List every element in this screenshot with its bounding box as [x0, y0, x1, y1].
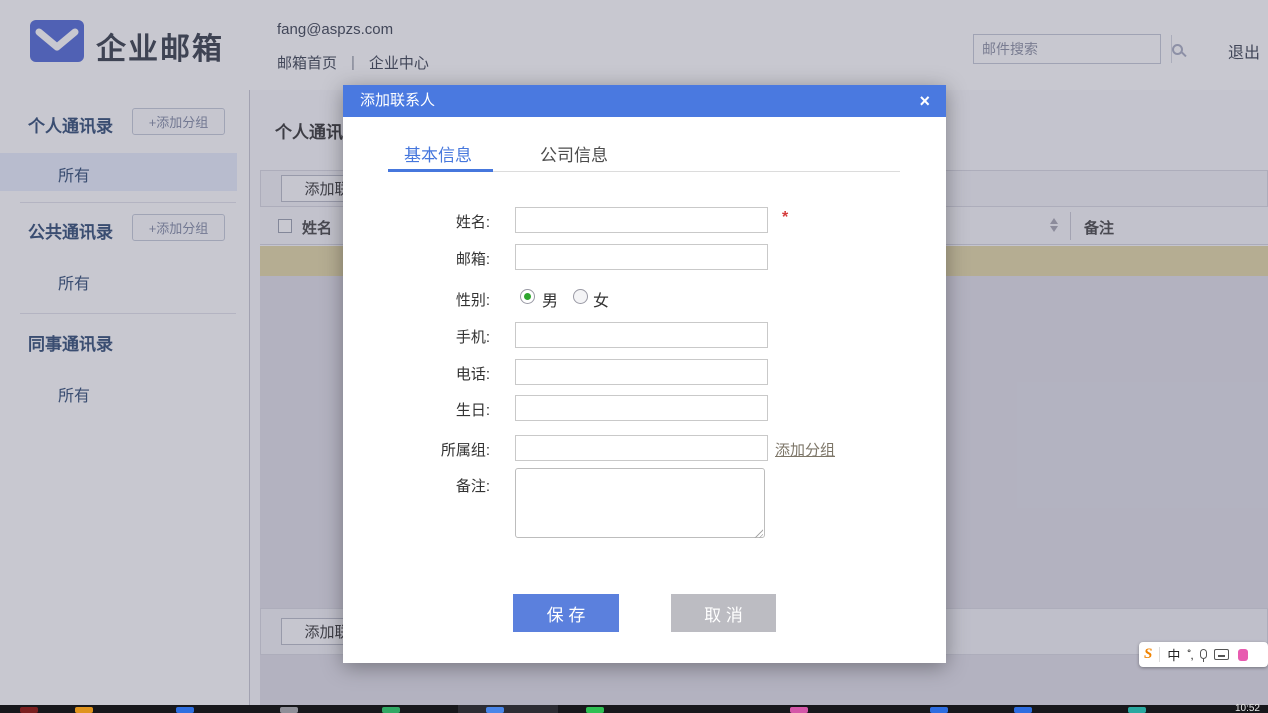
dialog-title: 添加联系人	[360, 92, 436, 109]
taskbar-icon[interactable]	[1128, 707, 1146, 713]
tab-basic-info[interactable]: 基本信息	[404, 141, 472, 166]
taskbar-icon[interactable]	[176, 707, 194, 713]
taskbar-clock: 10:52	[1234, 703, 1260, 713]
taskbar-icon[interactable]	[486, 707, 504, 713]
ime-punctuation-icon[interactable]: ˚,	[1187, 648, 1193, 662]
dialog-titlebar[interactable]: 添加联系人 ×	[343, 85, 946, 117]
note-label: 备注:	[455, 478, 490, 495]
gender-male-label[interactable]: 男	[542, 287, 558, 311]
taskbar-icon[interactable]	[280, 707, 298, 713]
group-field[interactable]	[515, 435, 768, 461]
group-label: 所属组:	[440, 442, 490, 459]
add-contact-dialog: 添加联系人 × 基本信息 公司信息 姓名: * 邮箱: 性别: 男 女 手机: …	[343, 85, 946, 663]
name-field[interactable]	[515, 207, 768, 233]
required-marker: *	[782, 209, 789, 226]
gender-female-radio[interactable]	[573, 289, 588, 304]
email-field[interactable]	[515, 244, 768, 270]
microphone-icon[interactable]	[1199, 648, 1207, 662]
mobile-label: 手机:	[455, 329, 490, 346]
tab-active-indicator	[388, 169, 493, 172]
ime-divider	[1159, 647, 1161, 662]
gender-male-radio[interactable]	[520, 289, 535, 304]
close-icon[interactable]: ×	[919, 85, 930, 117]
gender-label: 性别:	[455, 292, 490, 309]
email-label: 邮箱:	[455, 251, 490, 268]
ime-chinese-mode-icon[interactable]: 中	[1167, 645, 1180, 664]
birthday-field[interactable]	[515, 395, 768, 421]
ime-toolbar: S 中 ˚,	[1139, 642, 1268, 667]
save-button[interactable]: 保 存	[513, 594, 619, 632]
birthday-label: 生日:	[455, 402, 490, 419]
taskbar-active-app[interactable]	[458, 705, 558, 713]
cancel-button[interactable]: 取 消	[671, 594, 776, 632]
os-taskbar: 10:52	[0, 703, 1268, 713]
note-textarea[interactable]	[515, 468, 765, 538]
tab-company-info[interactable]: 公司信息	[540, 141, 608, 166]
taskbar-icon[interactable]	[586, 707, 604, 713]
ime-extra-icon[interactable]	[1237, 648, 1248, 661]
taskbar-icon[interactable]	[20, 707, 38, 713]
phone-label: 电话:	[455, 366, 490, 383]
taskbar-icon[interactable]	[382, 707, 400, 713]
taskbar-icon[interactable]	[930, 707, 948, 713]
name-label: 姓名:	[455, 214, 490, 231]
screen: 企业邮箱 fang@aspzs.com 邮箱首页 | 企业中心 退出 个人通讯录…	[0, 0, 1268, 713]
phone-field[interactable]	[515, 359, 768, 385]
taskbar-icon[interactable]	[1014, 707, 1032, 713]
mobile-field[interactable]	[515, 322, 768, 348]
keyboard-icon[interactable]	[1213, 649, 1229, 660]
ime-logo-icon[interactable]: S	[1144, 646, 1152, 663]
gender-female-label[interactable]: 女	[593, 287, 609, 311]
add-group-link[interactable]: 添加分组	[775, 439, 835, 460]
taskbar-icon[interactable]	[75, 707, 93, 713]
taskbar-icon[interactable]	[790, 707, 808, 713]
